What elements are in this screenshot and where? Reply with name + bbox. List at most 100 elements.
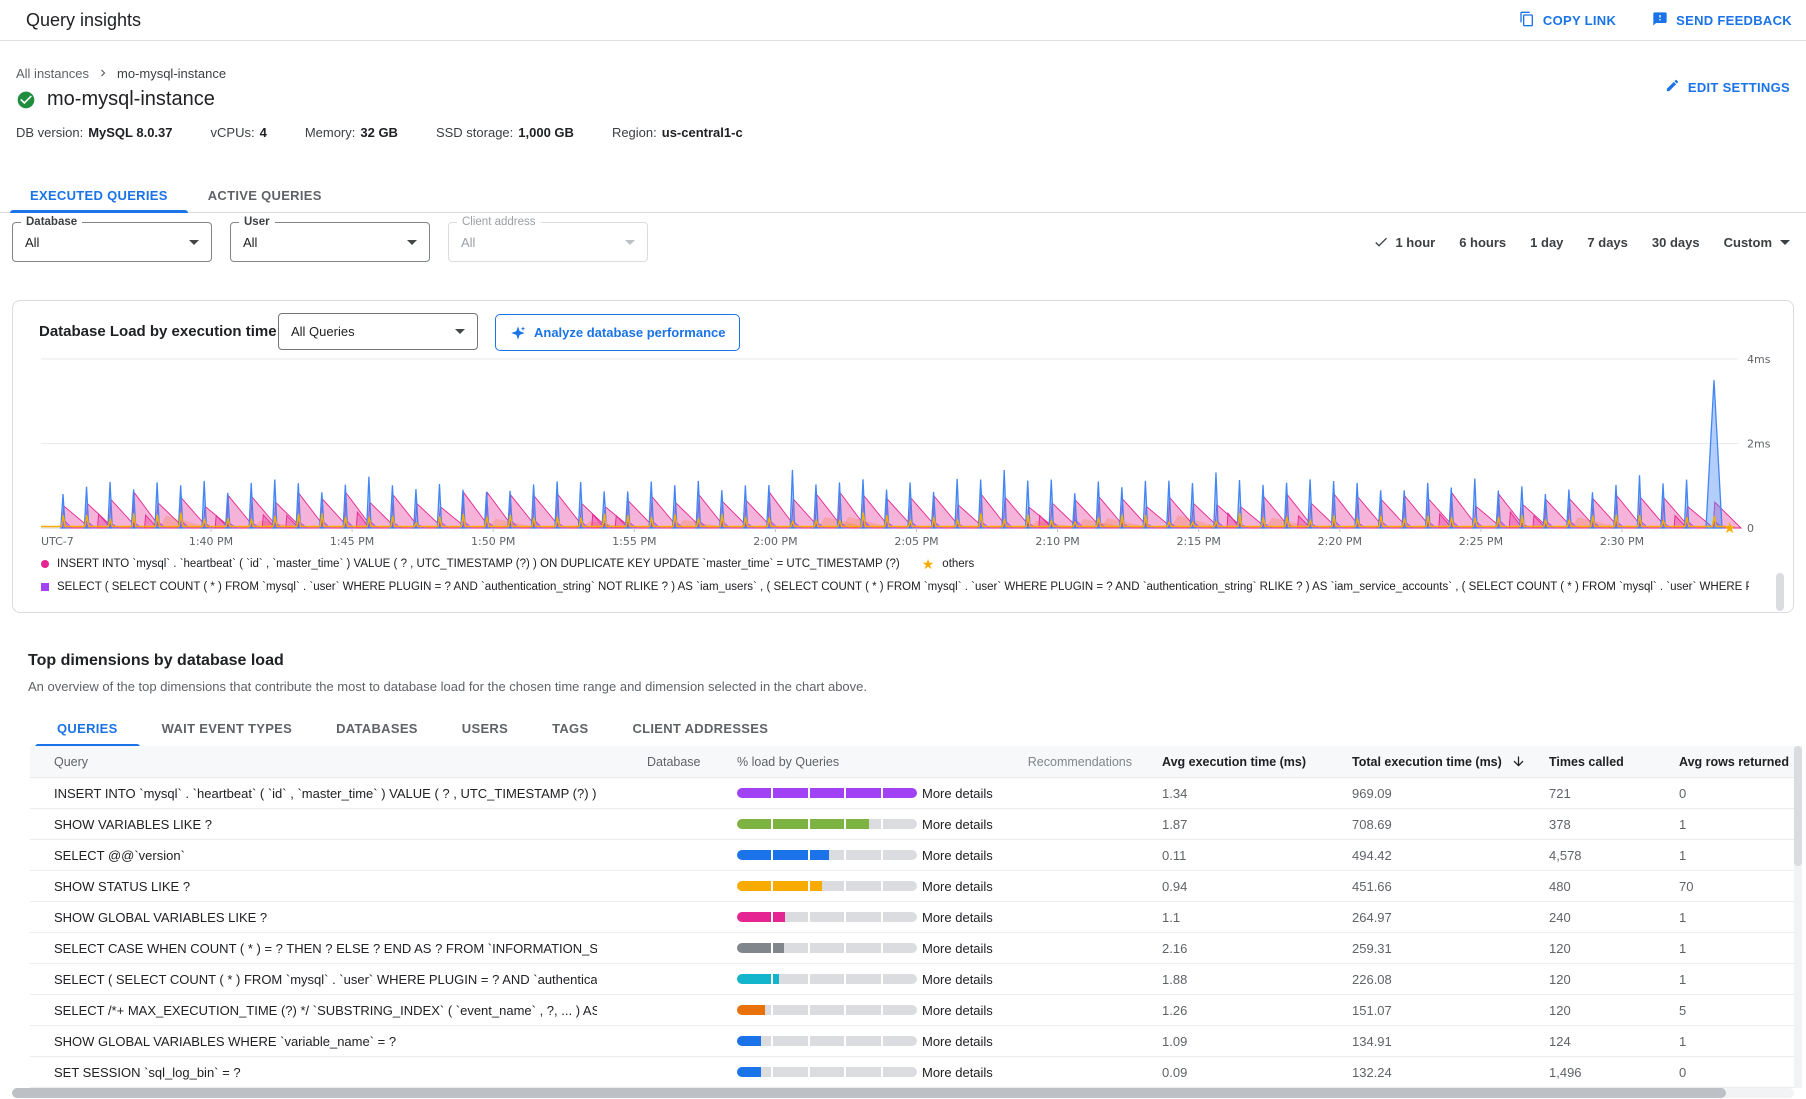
analyze-database-performance-button[interactable]: Analyze database performance (495, 314, 740, 351)
filter-value: All (461, 235, 475, 250)
table-vertical-scrollbar-thumb[interactable] (1794, 746, 1802, 866)
detail-value: us-central1-c (662, 125, 743, 140)
svg-text:2:20 PM: 2:20 PM (1318, 535, 1362, 548)
time-range-1-hour[interactable]: 1 hour (1373, 234, 1435, 250)
breadcrumb-all-instances[interactable]: All instances (16, 66, 89, 81)
load-bar-segment (883, 850, 917, 860)
load-bar (737, 912, 917, 922)
load-bar-segment (810, 912, 844, 922)
legend-scrollbar[interactable] (1776, 573, 1784, 611)
legend-item-circle: INSERT INTO `mysql` . `heartbeat` ( `id`… (41, 558, 900, 570)
avg-rows-returned-cell: 5 (1679, 1003, 1794, 1018)
tab-active-queries[interactable]: ACTIVE QUERIES (188, 178, 342, 212)
times-called-cell: 120 (1549, 941, 1679, 956)
total-execution-time-cell: 132.24 (1352, 1065, 1549, 1080)
instance-detail-region: Region:us-central1-c (612, 125, 743, 140)
column-header-label: Avg rows returned (1679, 755, 1789, 769)
pencil-icon (1665, 78, 1680, 96)
load-bar-segment (883, 943, 917, 953)
main-tabs: EXECUTED QUERIESACTIVE QUERIES (0, 178, 1806, 213)
more-details-link[interactable]: More details (922, 879, 993, 894)
sort-desc-icon (1511, 754, 1526, 769)
load-bar-fill (773, 974, 778, 984)
svg-text:4ms: 4ms (1747, 353, 1771, 366)
load-bar-fill (810, 881, 822, 891)
load-bar-segment (810, 850, 844, 860)
load-bar-cell (737, 943, 922, 953)
query-cell[interactable]: SELECT /*+ MAX_EXECUTION_TIME (?) */ `SU… (30, 1003, 597, 1018)
more-details-link[interactable]: More details (922, 848, 993, 863)
load-bar-fill (846, 819, 868, 829)
svg-text:2:15 PM: 2:15 PM (1177, 535, 1221, 548)
query-filter-value: All Queries (291, 324, 355, 339)
detail-label: vCPUs: (211, 125, 255, 140)
column-header-label: Recommendations (1028, 755, 1132, 769)
dimension-tab-client-addresses[interactable]: CLIENT ADDRESSES (610, 710, 790, 746)
more-details-link[interactable]: More details (922, 910, 993, 925)
dimension-tab-tags[interactable]: TAGS (530, 710, 610, 746)
query-cell[interactable]: SELECT CASE WHEN COUNT ( * ) = ? THEN ? … (30, 941, 597, 956)
more-details-link[interactable]: More details (922, 1034, 993, 1049)
time-range-custom[interactable]: Custom (1724, 235, 1790, 250)
more-details-link[interactable]: More details (922, 817, 993, 832)
dimension-tab-databases[interactable]: DATABASES (314, 710, 440, 746)
avg-execution-time-cell: 0.11 (1162, 848, 1352, 863)
query-cell[interactable]: SELECT ( SELECT COUNT ( * ) FROM `mysql`… (30, 972, 597, 987)
query-cell[interactable]: INSERT INTO `mysql` . `heartbeat` ( `id`… (30, 786, 597, 801)
column-header-total-execution-time-ms[interactable]: Total execution time (ms) (1352, 754, 1549, 769)
query-insights-page: Query insights COPY LINK SEND FEEDBACK A… (0, 0, 1806, 1099)
horizontal-scrollbar-thumb[interactable] (12, 1088, 1726, 1098)
top-dimensions-subtitle: An overview of the top dimensions that c… (28, 679, 867, 694)
avg-rows-returned-cell: 1 (1679, 817, 1794, 832)
more-details-cell: More details (922, 879, 1000, 894)
times-called-cell: 480 (1549, 879, 1679, 894)
time-range-1-day[interactable]: 1 day (1530, 235, 1563, 250)
query-cell[interactable]: SHOW STATUS LIKE ? (30, 879, 597, 894)
time-range-30-days[interactable]: 30 days (1652, 235, 1700, 250)
more-details-cell: More details (922, 786, 1000, 801)
filter-user[interactable]: UserAll (230, 222, 430, 262)
load-bar-cell (737, 1067, 922, 1077)
more-details-link[interactable]: More details (922, 941, 993, 956)
query-cell[interactable]: SHOW GLOBAL VARIABLES LIKE ? (30, 910, 597, 925)
table-vertical-scrollbar[interactable] (1794, 746, 1802, 1088)
more-details-link[interactable]: More details (922, 972, 993, 987)
avg-rows-returned-cell: 0 (1679, 1065, 1794, 1080)
time-range-6-hours[interactable]: 6 hours (1459, 235, 1506, 250)
chevron-down-icon (407, 240, 417, 245)
query-cell[interactable]: SHOW GLOBAL VARIABLES WHERE `variable_na… (30, 1034, 597, 1049)
time-range-7-days[interactable]: 7 days (1587, 235, 1627, 250)
send-feedback-button[interactable]: SEND FEEDBACK (1652, 11, 1792, 30)
query-cell[interactable]: SELECT @@`version` (30, 848, 597, 863)
more-details-link[interactable]: More details (922, 1065, 993, 1080)
avg-rows-returned-cell: 1 (1679, 910, 1794, 925)
more-details-link[interactable]: More details (922, 786, 993, 801)
dimension-tab-wait-event-types[interactable]: WAIT EVENT TYPES (140, 710, 314, 746)
chart-title: Database Load by execution time (39, 323, 277, 340)
load-bar-segment (883, 881, 917, 891)
column-header-label: Times called (1549, 755, 1624, 769)
load-bar-fill (737, 1067, 761, 1077)
dimension-tab-queries[interactable]: QUERIES (35, 710, 140, 746)
load-bar-segment (846, 912, 880, 922)
tab-executed-queries[interactable]: EXECUTED QUERIES (10, 178, 188, 212)
load-bar-segment (773, 974, 807, 984)
edit-settings-button[interactable]: EDIT SETTINGS (1665, 78, 1790, 96)
more-details-link[interactable]: More details (922, 1003, 993, 1018)
detail-label: Memory: (305, 125, 356, 140)
table-row: SHOW GLOBAL VARIABLES LIKE ? More details… (30, 902, 1794, 933)
table-row: SELECT /*+ MAX_EXECUTION_TIME (?) */ `SU… (30, 995, 1794, 1026)
horizontal-scrollbar[interactable] (12, 1088, 1794, 1098)
load-bar-segment (810, 974, 844, 984)
top-bar: Query insights COPY LINK SEND FEEDBACK (0, 0, 1806, 41)
query-filter-select[interactable]: All Queries (278, 313, 478, 350)
filter-database[interactable]: DatabaseAll (12, 222, 212, 262)
query-cell[interactable]: SET SESSION `sql_log_bin` = ? (30, 1065, 597, 1080)
instance-detail-ssd-storage: SSD storage:1,000 GB (436, 125, 574, 140)
dimension-tab-users[interactable]: USERS (440, 710, 530, 746)
load-bar-cell (737, 881, 922, 891)
edit-settings-label: EDIT SETTINGS (1688, 80, 1790, 95)
query-cell[interactable]: SHOW VARIABLES LIKE ? (30, 817, 597, 832)
copy-link-button[interactable]: COPY LINK (1519, 11, 1616, 30)
load-bar-segment (737, 943, 771, 953)
